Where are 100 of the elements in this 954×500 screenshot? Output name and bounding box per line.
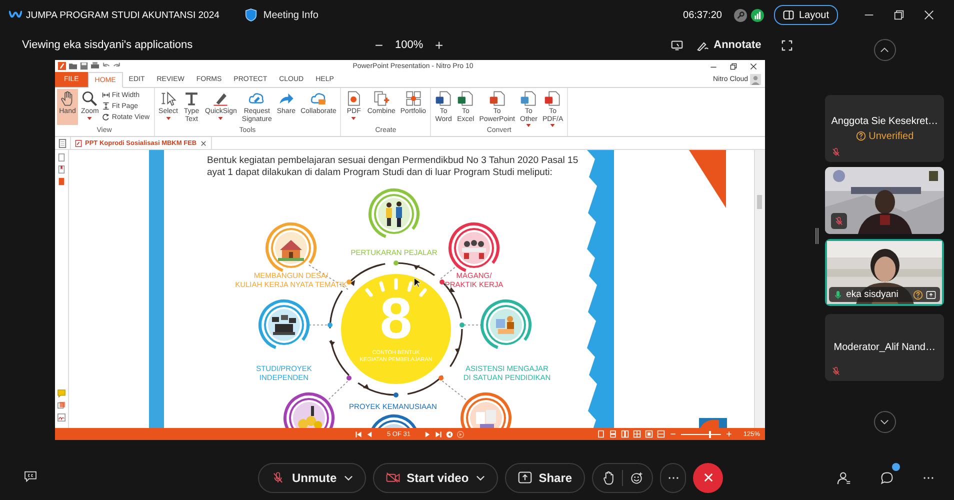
cursor-icon [160, 90, 177, 107]
chevron-up-icon [880, 47, 890, 53]
participant-name: eka sisdyani [846, 289, 900, 300]
save-icon[interactable] [80, 62, 88, 70]
facing-pages-icon[interactable] [621, 430, 630, 438]
smiley-icon [630, 470, 644, 484]
single-page-icon[interactable] [597, 430, 606, 438]
fit-width-icon[interactable] [657, 430, 666, 438]
viewing-label: Viewing eka sisdyani's applications [22, 39, 194, 51]
hand-icon [602, 470, 616, 484]
layers-icon[interactable] [57, 401, 66, 410]
grid-pages-icon[interactable] [633, 430, 642, 438]
key-icon [734, 8, 747, 22]
back-icon[interactable] [446, 430, 454, 438]
triangle-decoration [689, 150, 726, 208]
shield-icon [245, 8, 258, 22]
close-icon [702, 472, 714, 483]
zoom-in-button[interactable]: + [432, 37, 446, 53]
magnifier-icon [81, 90, 98, 107]
close-icon[interactable] [200, 140, 207, 146]
previous-page-icon[interactable] [366, 430, 373, 438]
zoom-slider[interactable] [681, 430, 722, 438]
meeting-title: JUMPA PROGRAM STUDI AKUNTANSI 2024 [26, 10, 220, 20]
raise-hand-button[interactable] [602, 470, 616, 484]
comment-icon[interactable] [57, 389, 66, 398]
text-tool-icon [183, 90, 200, 107]
pages-panel-icon[interactable] [58, 138, 67, 148]
image-file-icon [520, 90, 538, 107]
scrollbar[interactable] [754, 150, 765, 428]
slides-file-icon [488, 90, 506, 107]
folder-icon[interactable] [69, 62, 77, 70]
zoom-out-button[interactable]: − [372, 37, 386, 53]
unmute-button[interactable]: Unmute [258, 462, 366, 492]
center-number: 8 [380, 290, 412, 348]
more-icon [668, 476, 679, 480]
slide-paragraph: Bentuk kegiatan pembelajaran sesuai dengan Permendikbud No 3 Tahun 2020 Pasal 15 ayat 1 dapat dilakukan di dalam Program Studi dan di luar Program Studi meliputi: [207, 155, 580, 179]
word-file-icon [435, 90, 452, 107]
print-icon[interactable] [91, 62, 99, 70]
start-video-button[interactable]: Start video [372, 462, 498, 492]
forward-icon[interactable] [457, 430, 464, 438]
signature-icon[interactable] [57, 413, 66, 422]
share-button[interactable]: Share [504, 462, 586, 492]
fit-page-icon[interactable] [645, 430, 654, 438]
avatar-icon[interactable] [750, 74, 761, 85]
participant-tile[interactable]: Anggota Sie Kesekret… Unverified [825, 95, 944, 162]
remote-control-icon[interactable] [670, 40, 683, 50]
portfolio-icon [404, 90, 422, 107]
resize-handle[interactable] [815, 228, 820, 244]
meeting-info-button[interactable]: Meeting Info [245, 8, 318, 22]
arrow-head [455, 348, 460, 354]
pages-icon[interactable] [57, 153, 66, 162]
next-page-icon[interactable] [424, 430, 432, 438]
scroll-up-button[interactable] [874, 39, 896, 61]
restore-icon[interactable] [730, 62, 737, 70]
restore-icon[interactable] [894, 10, 904, 20]
last-page-icon[interactable] [435, 430, 442, 438]
leave-button[interactable] [693, 462, 724, 492]
document-icon [345, 90, 362, 107]
arrow-head [363, 384, 369, 389]
first-page-icon[interactable] [355, 430, 362, 438]
participant-name: Anggota Sie Kesekret… [830, 116, 939, 126]
chevron-down-icon [880, 419, 890, 425]
layout-icon [782, 10, 794, 20]
participant-name: Moderator_Alif Nand… [832, 342, 936, 353]
chevron-down-icon [476, 474, 485, 480]
chevron-down-icon [344, 474, 353, 480]
status-text: Unverified [868, 130, 914, 142]
annotate-button[interactable]: Annotate [696, 39, 762, 51]
rotate-icon [102, 113, 110, 121]
rays-drawing [365, 278, 427, 297]
fit-width-icon [102, 91, 110, 99]
app-logo-icon [9, 10, 22, 20]
fit-page-icon [102, 102, 110, 110]
reactions-button[interactable] [630, 470, 644, 484]
pdf-file-icon [75, 140, 82, 146]
arrow-head [414, 265, 420, 270]
captions-icon[interactable] [24, 470, 37, 482]
fullscreen-icon[interactable] [781, 40, 794, 50]
continuous-page-icon[interactable] [609, 430, 618, 438]
participant-tile[interactable]: Moderator_Alif Nand… [825, 314, 944, 381]
pen-icon [696, 40, 709, 50]
arrow-head [329, 341, 335, 346]
attachment-icon[interactable] [57, 177, 66, 186]
chat-icon[interactable] [880, 470, 894, 484]
cloud-icon [310, 90, 327, 107]
zoom-in-icon[interactable] [725, 430, 734, 438]
signal-icon [750, 8, 764, 22]
documents-icon [372, 90, 390, 107]
zoom-level: 100% [395, 39, 424, 51]
arrow-head [449, 287, 455, 292]
meeting-clock: 06:37:20 [683, 10, 722, 20]
mouse-pointer-icon [414, 278, 421, 288]
bookmark-icon[interactable] [57, 165, 66, 174]
participants-icon[interactable] [837, 470, 851, 484]
scroll-down-button[interactable] [874, 411, 896, 433]
spreadsheet-file-icon [457, 90, 474, 107]
layout-button[interactable]: Layout [774, 5, 838, 25]
close-icon[interactable] [750, 62, 757, 70]
question-icon [856, 131, 866, 141]
more-icon[interactable] [923, 476, 934, 480]
